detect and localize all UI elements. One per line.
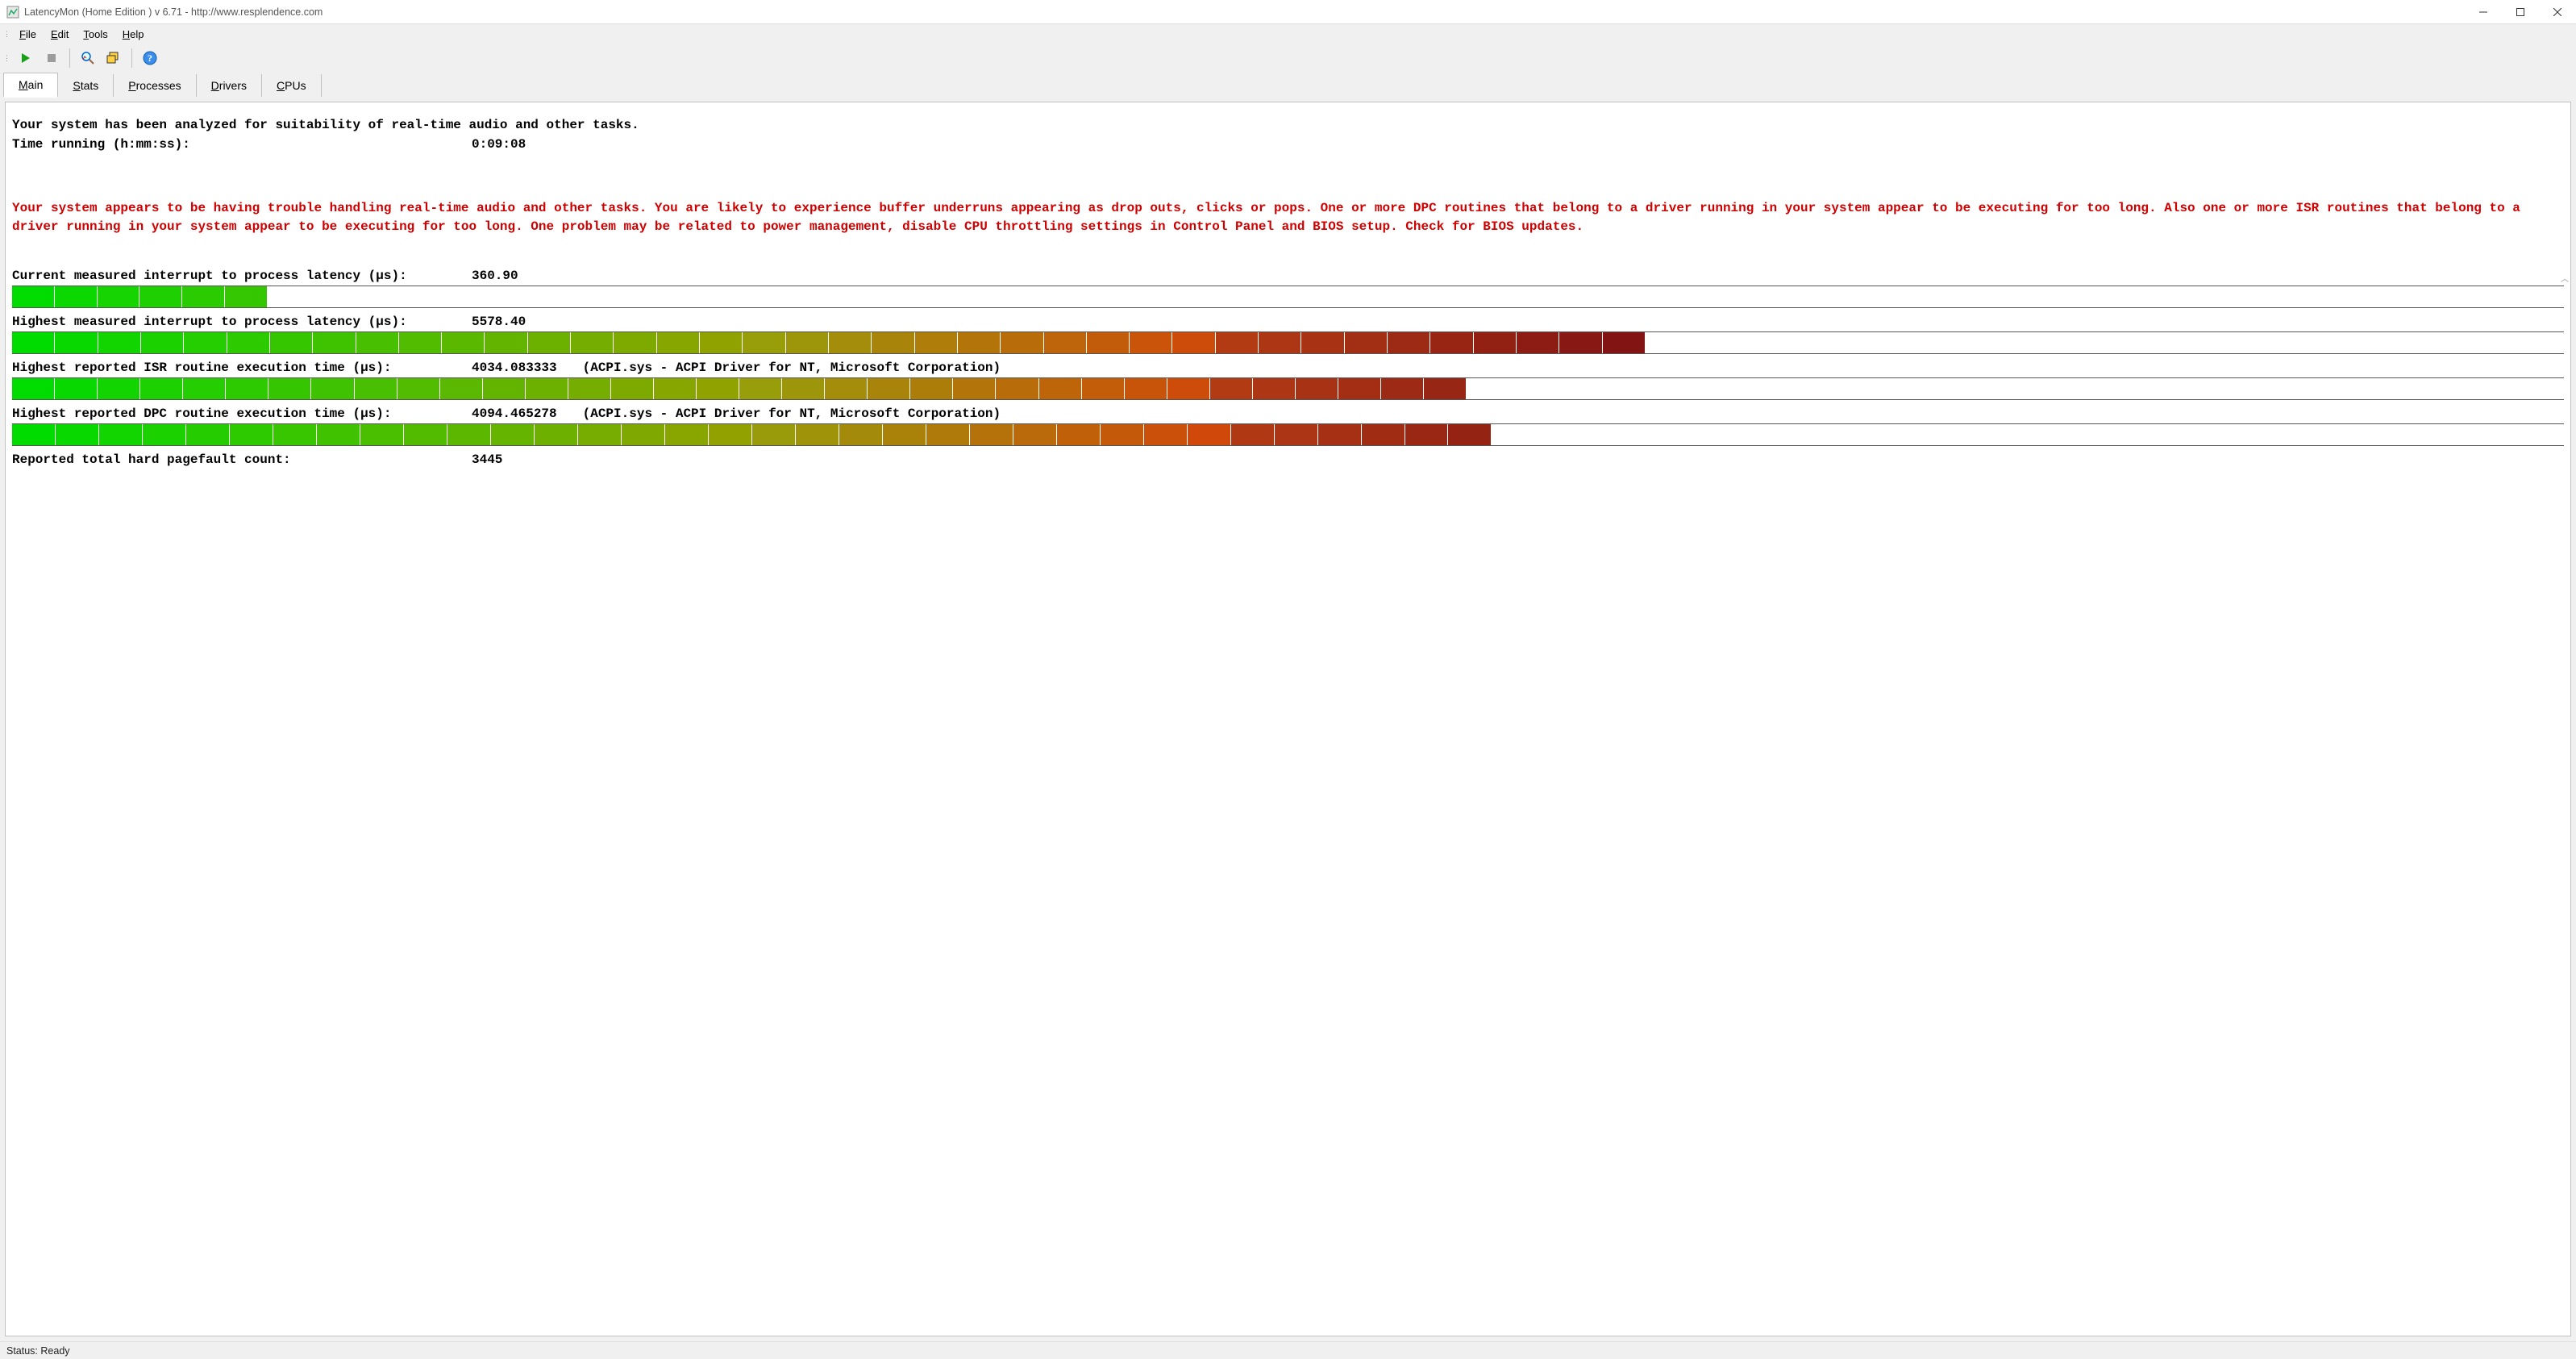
help-button[interactable]: ?	[139, 47, 161, 69]
time-running-label: Time running (h:mm:ss):	[12, 135, 464, 154]
metric-row: Reported total hard pagefault count: 3445	[12, 452, 2564, 478]
time-running-value: 0:09:08	[472, 135, 526, 154]
close-button[interactable]	[2539, 0, 2576, 24]
toolbar-separator	[69, 48, 70, 68]
analysis-headline: Your system has been analyzed for suitab…	[12, 115, 2564, 135]
alert-message: Your system appears to be having trouble…	[12, 199, 2564, 236]
app-icon	[6, 6, 19, 19]
metric-label: Current measured interrupt to process la…	[12, 269, 464, 283]
tab-processes[interactable]: Processes	[114, 74, 196, 97]
time-running-row: Time running (h:mm:ss): 0:09:08	[12, 135, 2564, 154]
tab-main[interactable]: Main	[3, 73, 58, 98]
metric-label: Reported total hard pagefault count:	[12, 452, 464, 467]
windows-button[interactable]	[102, 47, 125, 69]
metric-value: 5578.40	[472, 315, 526, 329]
tab-stats[interactable]: Stats	[58, 74, 114, 97]
grip-icon: ⋮	[3, 55, 10, 62]
statusbar: Status: Ready	[0, 1341, 2576, 1359]
tab-drivers[interactable]: Drivers	[197, 74, 262, 97]
metric-bar	[12, 377, 2564, 400]
metric-detail: (ACPI.sys - ACPI Driver for NT, Microsof…	[583, 361, 1001, 375]
metric-label-line: Highest reported DPC routine execution t…	[12, 406, 2564, 421]
menubar: ⋮ File Edit Tools Help	[0, 24, 2576, 44]
toolbar: ⋮ ?	[0, 44, 2576, 73]
metric-bar	[12, 286, 2564, 308]
metric-value: 4034.083333	[472, 361, 557, 375]
metric-value: 360.90	[472, 269, 518, 283]
metric-row: Highest reported DPC routine execution t…	[12, 406, 2564, 446]
grip-icon: ⋮	[3, 31, 10, 38]
window-controls	[2465, 0, 2576, 24]
status-text: Status: Ready	[6, 1345, 70, 1357]
metric-row: Current measured interrupt to process la…	[12, 269, 2564, 308]
titlebar: LatencyMon (Home Edition ) v 6.71 - http…	[0, 0, 2576, 24]
metric-label: Highest reported ISR routine execution t…	[12, 361, 464, 375]
metric-value: 3445	[472, 452, 502, 467]
main-panel: Your system has been analyzed for suitab…	[5, 102, 2571, 1336]
metrics-section: Current measured interrupt to process la…	[12, 269, 2564, 478]
content-container: Your system has been analyzed for suitab…	[0, 97, 2576, 1341]
metric-label-line: Current measured interrupt to process la…	[12, 269, 2564, 283]
metric-value: 4094.465278	[472, 406, 557, 421]
stop-button[interactable]	[40, 47, 63, 69]
svg-text:?: ?	[148, 52, 152, 64]
metric-label-line: Highest measured interrupt to process la…	[12, 315, 2564, 329]
menu-tools[interactable]: Tools	[77, 27, 114, 42]
menu-edit[interactable]: Edit	[44, 27, 75, 42]
metric-bar	[12, 423, 2564, 446]
toolbar-separator	[131, 48, 132, 68]
metric-label: Highest reported DPC routine execution t…	[12, 406, 464, 421]
metric-label-line: Highest reported ISR routine execution t…	[12, 361, 2564, 375]
minimize-button[interactable]	[2465, 0, 2502, 24]
metric-row: Highest reported ISR routine execution t…	[12, 361, 2564, 400]
menu-help[interactable]: Help	[116, 27, 151, 42]
menu-file[interactable]: File	[13, 27, 43, 42]
play-button[interactable]	[15, 47, 37, 69]
tab-bar: Main Stats Processes Drivers CPUs	[0, 73, 2576, 97]
metric-row: Highest measured interrupt to process la…	[12, 315, 2564, 354]
window-title: LatencyMon (Home Edition ) v 6.71 - http…	[24, 6, 2465, 18]
metric-label-line: Reported total hard pagefault count: 3445	[12, 452, 2564, 467]
scroll-up-icon[interactable]: ︿	[2561, 272, 2569, 284]
app-window: LatencyMon (Home Edition ) v 6.71 - http…	[0, 0, 2576, 1359]
tab-cpus[interactable]: CPUs	[262, 74, 322, 97]
metric-detail: (ACPI.sys - ACPI Driver for NT, Microsof…	[583, 406, 1001, 421]
analyze-button[interactable]	[77, 47, 99, 69]
maximize-button[interactable]	[2502, 0, 2539, 24]
metric-label: Highest measured interrupt to process la…	[12, 315, 464, 329]
metric-bar	[12, 331, 2564, 354]
